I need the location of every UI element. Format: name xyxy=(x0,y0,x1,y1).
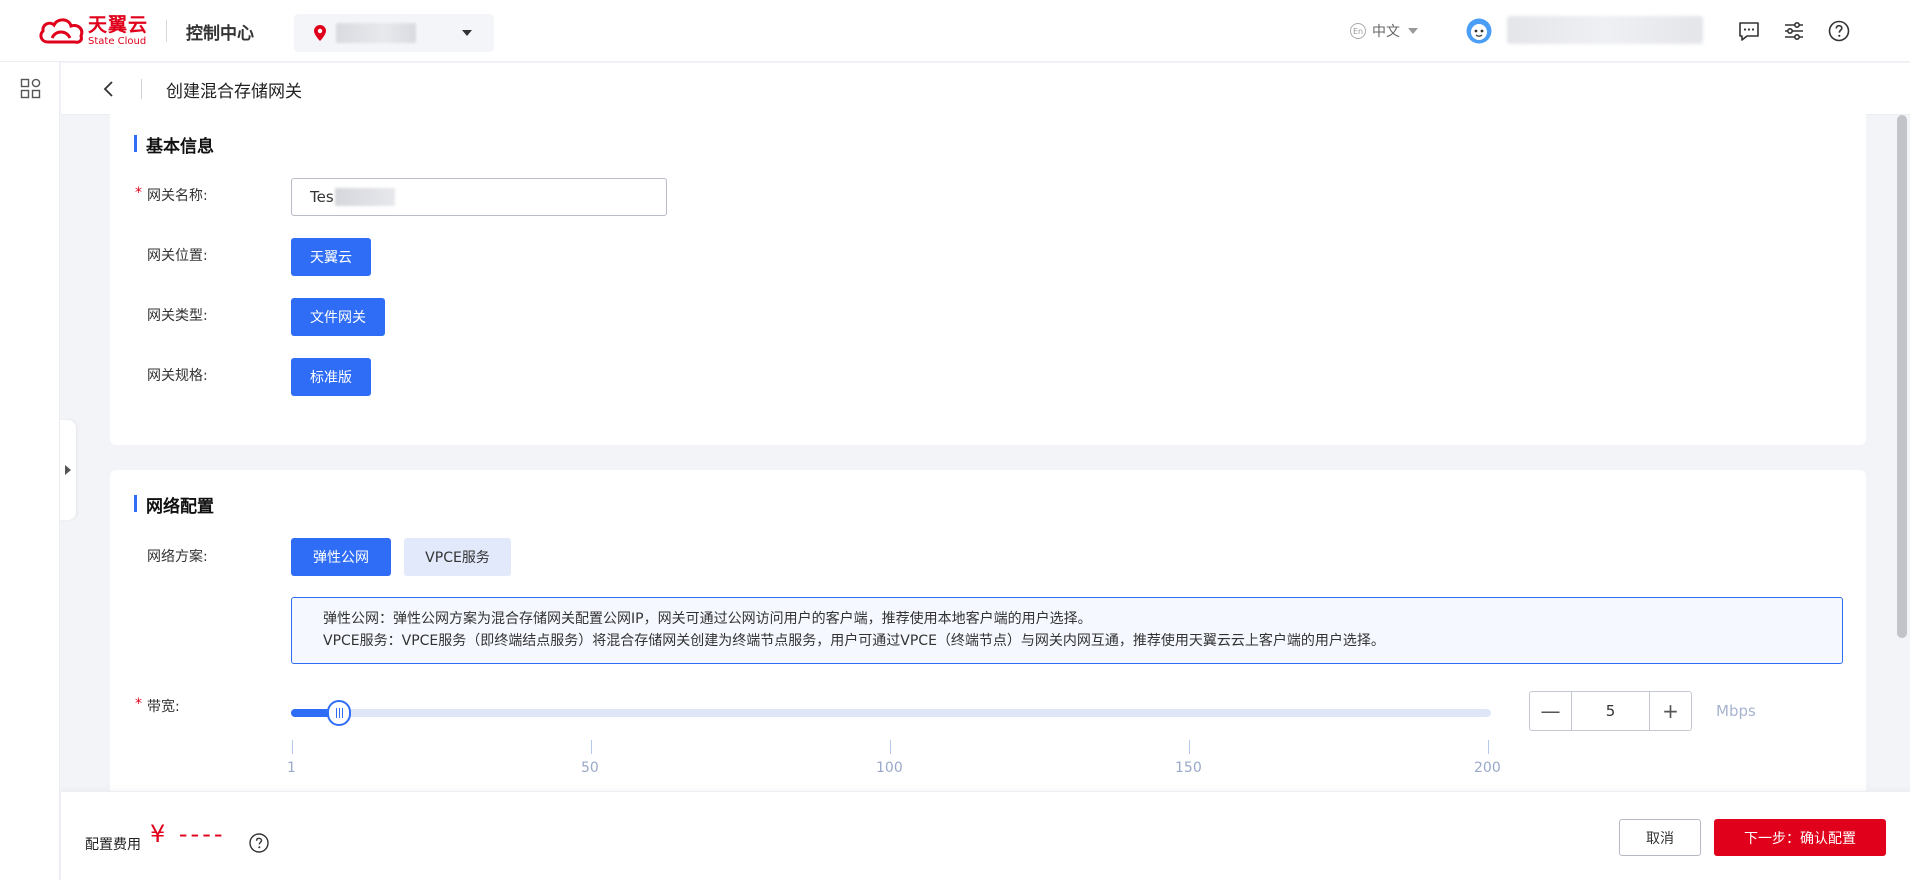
message-icon[interactable] xyxy=(1737,19,1761,43)
info-line-vpce: VPCE服务：VPCE服务（即终端结点服务）将混合存储网关创建为终端节点服务，用… xyxy=(323,633,1385,649)
info-line-elastic-ip: 弹性公网：弹性公网方案为混合存储网关配置公网IP，网关可通过公网访问用户的客户端… xyxy=(323,611,1092,627)
network-option-elastic-ip[interactable]: 弹性公网 xyxy=(291,538,391,576)
slider-tick xyxy=(292,740,293,754)
left-rail xyxy=(0,62,60,880)
location-pin-icon xyxy=(314,25,326,41)
section-title-network: 网络配置 xyxy=(134,492,214,517)
cloud-logo-icon xyxy=(39,18,84,44)
page-scrollbar[interactable] xyxy=(1897,115,1907,638)
next-confirm-button[interactable]: 下一步：确认配置 xyxy=(1714,819,1886,856)
header-divider xyxy=(141,79,142,99)
back-arrow-icon[interactable] xyxy=(99,79,119,99)
brand-name: 天翼云 xyxy=(88,13,149,36)
language-label: 中文 xyxy=(1372,24,1400,40)
user-name-redacted[interactable] xyxy=(1507,16,1703,44)
chevron-down-icon xyxy=(462,30,472,36)
slider-tick xyxy=(1488,740,1489,754)
network-scheme-info: 弹性公网：弹性公网方案为混合存储网关配置公网IP，网关可通过公网访问用户的客户端… xyxy=(291,597,1843,664)
region-select[interactable] xyxy=(294,14,494,52)
gateway-type-label: 网关类型: xyxy=(147,308,208,324)
basic-info-card: 基本信息 网关名称: Tes 网关位置: 天翼云 网关类型: 文件网关 网关规格… xyxy=(110,112,1866,445)
gateway-name-input[interactable]: Tes xyxy=(291,178,667,216)
brand-name-en: State Cloud xyxy=(88,35,147,47)
bandwidth-slider[interactable] xyxy=(291,700,1491,726)
slider-tick xyxy=(890,740,891,754)
gateway-spec-label: 网关规格: xyxy=(147,368,208,384)
gateway-name-value: Tes xyxy=(310,188,334,206)
bandwidth-label: 带宽: xyxy=(135,696,180,716)
gateway-location-label: 网关位置: xyxy=(147,248,208,264)
brand-logo[interactable]: 天翼云 State Cloud xyxy=(38,14,160,48)
network-option-vpce[interactable]: VPCE服务 xyxy=(404,538,511,576)
avatar[interactable] xyxy=(1466,18,1492,44)
slider-tick-label: 50 xyxy=(581,760,599,776)
network-scheme-label: 网络方案: xyxy=(147,549,208,565)
network-config-card: 网络配置 网络方案: 弹性公网 VPCE服务 弹性公网：弹性公网方案为混合存储网… xyxy=(110,470,1866,810)
settings-sliders-icon[interactable] xyxy=(1782,19,1806,43)
type-option-file-gateway[interactable]: 文件网关 xyxy=(291,298,385,336)
app-grid-icon[interactable] xyxy=(20,78,42,100)
chevron-down-icon xyxy=(1408,28,1418,34)
bandwidth-unit: Mbps xyxy=(1716,702,1756,720)
sidebar-expand-toggle[interactable] xyxy=(60,420,76,520)
top-navbar: 天翼云 State Cloud 控制中心 En 中文 xyxy=(0,0,1910,62)
gateway-name-redacted xyxy=(334,188,395,206)
slider-tick-label: 100 xyxy=(876,760,903,776)
fee-label: 配置费用 xyxy=(85,837,141,853)
fee-value: ¥ ---- xyxy=(150,820,226,848)
bandwidth-stepper: — 5 + xyxy=(1529,691,1692,731)
help-icon[interactable] xyxy=(1827,19,1851,43)
decrement-button[interactable]: — xyxy=(1530,692,1571,730)
chevron-right-icon xyxy=(65,465,71,475)
gateway-name-label: 网关名称: xyxy=(135,185,208,205)
region-name-redacted xyxy=(336,23,416,43)
section-title-basic-info: 基本信息 xyxy=(134,132,214,157)
language-switcher[interactable]: En 中文 xyxy=(1350,21,1418,41)
slider-tick-label: 1 xyxy=(287,760,296,776)
question-circle-icon[interactable] xyxy=(248,832,270,854)
console-title[interactable]: 控制中心 xyxy=(186,19,254,44)
slider-tick-label: 150 xyxy=(1175,760,1202,776)
spec-option-standard[interactable]: 标准版 xyxy=(291,358,371,396)
location-option-tianyiyun[interactable]: 天翼云 xyxy=(291,238,371,276)
language-icon: En xyxy=(1350,23,1366,39)
cancel-button[interactable]: 取消 xyxy=(1619,819,1701,856)
increment-button[interactable]: + xyxy=(1650,692,1691,730)
footer-bar: 配置费用 ¥ ---- 取消 下一步：确认配置 xyxy=(61,791,1910,880)
slider-tick xyxy=(1189,740,1190,754)
header-divider xyxy=(166,20,167,42)
slider-tick xyxy=(591,740,592,754)
bandwidth-slider-handle[interactable] xyxy=(327,700,352,726)
slider-tick-label: 200 xyxy=(1474,760,1501,776)
page-title: 创建混合存储网关 xyxy=(166,82,302,102)
bandwidth-input[interactable]: 5 xyxy=(1571,692,1650,730)
page-header: 创建混合存储网关 xyxy=(61,63,1910,115)
